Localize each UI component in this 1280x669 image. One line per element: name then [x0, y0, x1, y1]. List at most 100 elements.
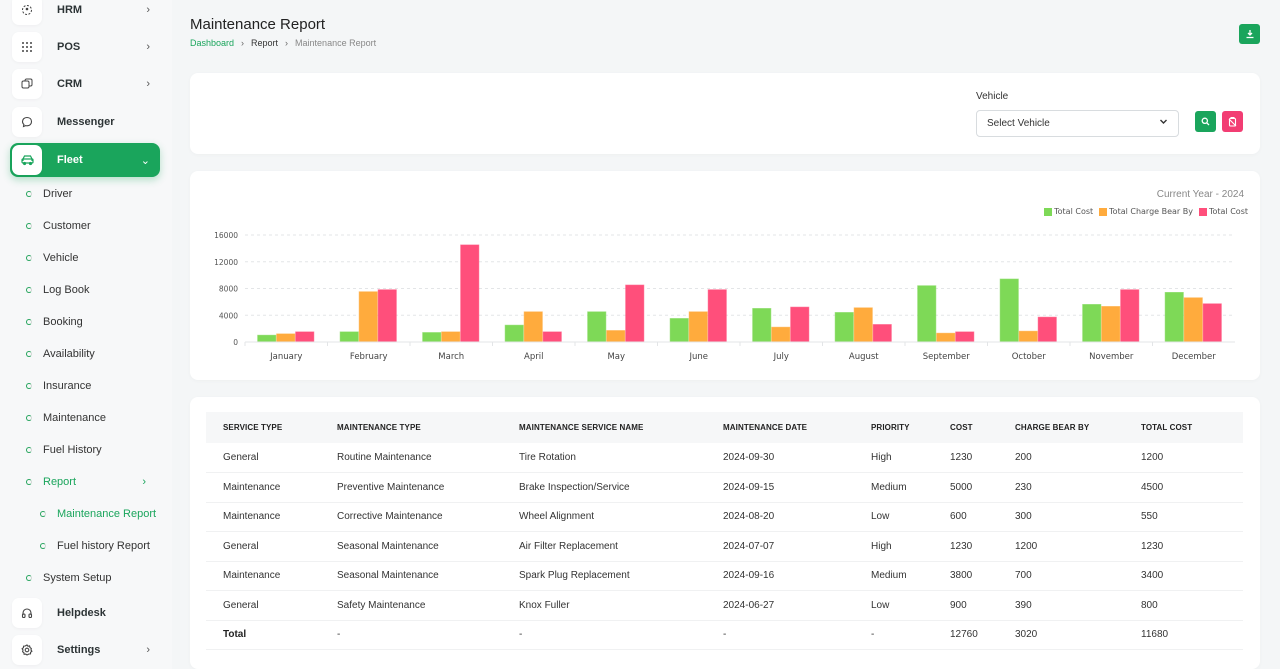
crm-icon	[12, 69, 42, 99]
table-cell: 550	[1124, 502, 1243, 532]
bar-december-series-0[interactable]	[1164, 292, 1184, 343]
sidebar-item-fleet[interactable]: Fleet ⌄	[10, 143, 160, 177]
filter-card: Vehicle Select Vehicle	[190, 73, 1260, 154]
bar-august-series-2[interactable]	[872, 324, 892, 343]
column-header: SERVICE TYPE	[223, 423, 283, 432]
breadcrumb: Dashboard › Report › Maintenance Report	[190, 38, 376, 48]
sidebar-subitem-label: Driver	[43, 188, 73, 200]
bar-june-series-0[interactable]	[669, 318, 689, 343]
table-cell: Spark Plug Replacement	[502, 561, 706, 591]
breadcrumb-report[interactable]: Report	[251, 38, 278, 48]
table-cell: 1230	[933, 443, 998, 473]
sidebar-subitem-insurance[interactable]: Insurance	[26, 377, 156, 395]
sidebar-subitem-driver[interactable]: Driver	[26, 185, 156, 203]
bar-october-series-2[interactable]	[1037, 316, 1057, 343]
total-cell: -	[854, 620, 933, 650]
sidebar-item-label: Messenger	[57, 116, 115, 128]
breadcrumb-separator-icon: ›	[241, 38, 245, 48]
bar-february-series-1[interactable]	[358, 291, 378, 343]
bar-july-series-0[interactable]	[752, 308, 772, 343]
table-row[interactable]: General Seasonal Maintenance Air Filter Re…	[206, 531, 1243, 562]
table-cell: 3400	[1124, 561, 1243, 591]
bar-september-series-2[interactable]	[955, 331, 975, 343]
bar-january-series-1[interactable]	[276, 333, 296, 343]
bar-november-series-0[interactable]	[1082, 304, 1102, 343]
table-row[interactable]: Maintenance Preventive Maintenance Brake I…	[206, 472, 1243, 503]
bullet-icon	[26, 479, 32, 485]
bar-april-series-2[interactable]	[542, 331, 562, 343]
bar-january-series-2[interactable]	[295, 331, 315, 343]
bar-june-series-1[interactable]	[688, 311, 708, 343]
bar-october-series-1[interactable]	[1018, 330, 1038, 343]
table-cell: 3800	[933, 561, 998, 591]
bar-may-series-2[interactable]	[625, 284, 645, 343]
sidebar-item-label: Settings	[57, 644, 101, 656]
column-header: PRIORITY	[871, 423, 910, 432]
bar-april-series-0[interactable]	[504, 324, 524, 343]
sidebar-subitem-maintenance-report[interactable]: Maintenance Report	[40, 505, 170, 523]
bar-august-series-0[interactable]	[834, 312, 854, 343]
chat-icon	[12, 107, 42, 137]
search-button[interactable]	[1195, 111, 1216, 132]
column-header: TOTAL COST	[1141, 423, 1193, 432]
sidebar-subitem-fuel-history-report[interactable]: Fuel history Report	[40, 537, 170, 555]
bar-july-series-2[interactable]	[790, 306, 810, 343]
x-tick-label: August	[849, 352, 879, 362]
reset-filter-button[interactable]	[1222, 111, 1243, 132]
bullet-icon	[26, 415, 32, 421]
table-cell: General	[206, 531, 320, 562]
sidebar-subitem-label: Vehicle	[43, 252, 79, 264]
breadcrumb-dashboard[interactable]: Dashboard	[190, 38, 234, 48]
bar-february-series-2[interactable]	[377, 289, 397, 343]
table-card: SERVICE TYPE MAINTENANCE TYPE MAINTENANCE …	[190, 397, 1260, 669]
table-cell: 2024-09-15	[706, 472, 854, 503]
download-button[interactable]	[1239, 24, 1260, 44]
vehicle-select[interactable]: Select Vehicle	[976, 110, 1179, 137]
bar-august-series-1[interactable]	[853, 307, 873, 343]
sidebar-item-helpdesk[interactable]: Helpdesk	[10, 596, 160, 630]
sidebar-item-settings[interactable]: Settings ›	[10, 633, 160, 667]
bar-october-series-0[interactable]	[999, 278, 1019, 343]
sidebar-subitem-vehicle[interactable]: Vehicle	[26, 249, 156, 267]
table-row[interactable]: Maintenance Seasonal Maintenance Spark Plu…	[206, 561, 1243, 591]
bar-april-series-1[interactable]	[523, 311, 543, 343]
bar-january-series-0[interactable]	[257, 334, 277, 343]
bar-december-series-2[interactable]	[1202, 303, 1222, 343]
bar-march-series-0[interactable]	[422, 332, 442, 343]
sidebar-item-pos[interactable]: POS ›	[10, 30, 160, 64]
sidebar-item-hrm[interactable]: HRM ›	[10, 0, 160, 27]
sidebar-item-messenger[interactable]: Messenger	[10, 105, 160, 139]
bar-march-series-1[interactable]	[441, 331, 461, 343]
x-tick-label: January	[269, 352, 302, 362]
table-cell: 300	[998, 502, 1124, 532]
bar-march-series-2[interactable]	[460, 244, 480, 343]
bar-may-series-0[interactable]	[587, 311, 607, 343]
sidebar-subitem-report[interactable]: Report ›	[26, 473, 156, 491]
sidebar-subitem-maintenance[interactable]: Maintenance	[26, 409, 156, 427]
bullet-icon	[26, 319, 32, 325]
table-row[interactable]: General Safety Maintenance Knox Fuller 2024…	[206, 590, 1243, 621]
bar-july-series-1[interactable]	[771, 326, 791, 343]
sidebar-subitem-availability[interactable]: Availability	[26, 345, 156, 363]
table-cell: Corrective Maintenance	[320, 502, 502, 532]
x-tick-label: April	[524, 352, 543, 362]
bar-november-series-1[interactable]	[1101, 306, 1121, 343]
sidebar-subitem-log-book[interactable]: Log Book	[26, 281, 156, 299]
bar-june-series-2[interactable]	[707, 289, 727, 343]
bar-september-series-1[interactable]	[936, 332, 956, 343]
column-header: MAINTENANCE TYPE	[337, 423, 421, 432]
page-title: Maintenance Report	[190, 16, 326, 33]
table-row[interactable]: General Routine Maintenance Tire Rotation 2…	[206, 443, 1243, 473]
bar-may-series-1[interactable]	[606, 330, 626, 343]
car-icon	[12, 145, 42, 175]
sidebar-subitem-system-setup[interactable]: System Setup	[26, 569, 156, 587]
bar-february-series-0[interactable]	[339, 331, 359, 343]
sidebar-subitem-customer[interactable]: Customer	[26, 217, 156, 235]
sidebar-subitem-fuel-history[interactable]: Fuel History	[26, 441, 156, 459]
table-row[interactable]: Maintenance Corrective Maintenance Wheel A…	[206, 502, 1243, 532]
bar-november-series-2[interactable]	[1120, 289, 1140, 343]
sidebar-item-crm[interactable]: CRM ›	[10, 67, 160, 101]
sidebar-subitem-booking[interactable]: Booking	[26, 313, 156, 331]
bar-december-series-1[interactable]	[1183, 297, 1203, 343]
bar-september-series-0[interactable]	[917, 285, 937, 343]
